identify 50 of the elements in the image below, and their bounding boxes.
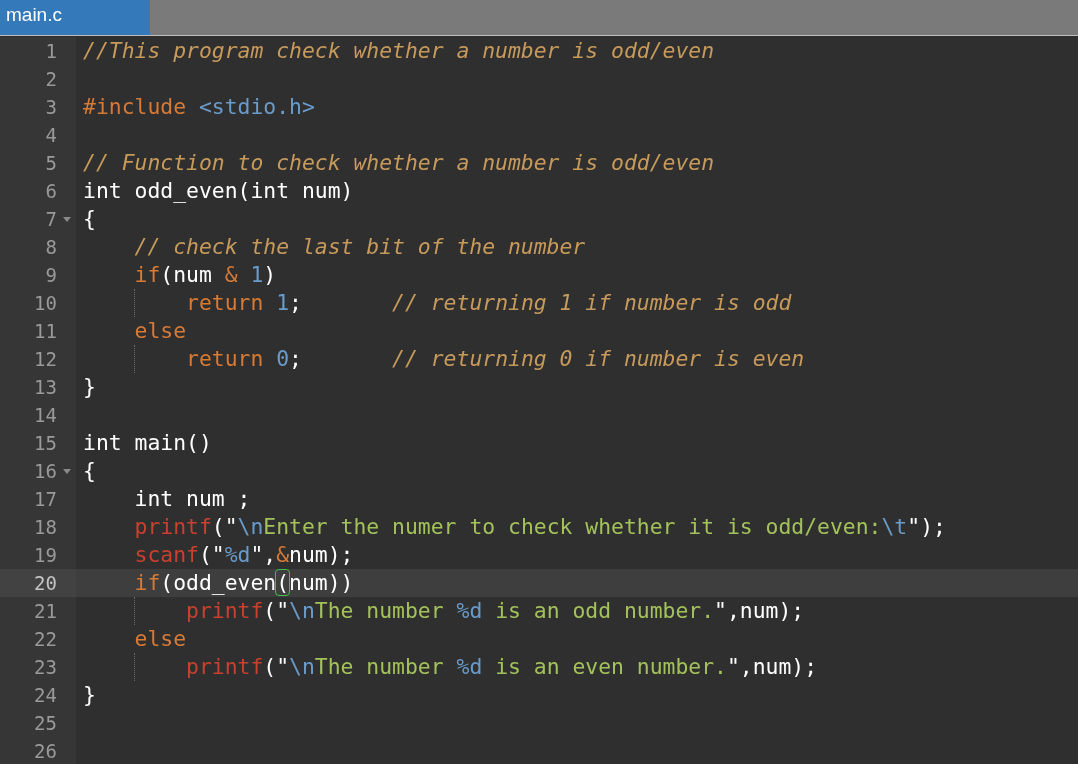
code-line: printf("\nThe number %d is an even number.",num);: [185, 653, 818, 681]
code-line: }: [83, 373, 96, 401]
line-number: 5: [45, 151, 57, 176]
code-line: int num ;: [133, 485, 251, 513]
code-line: int main(): [83, 429, 212, 457]
line-number: 17: [34, 487, 57, 512]
code-line: printf("\nEnter the numer to check whether it is odd/even:\t");: [133, 513, 946, 541]
fold-caret-icon[interactable]: [62, 468, 71, 474]
line-number: 22: [34, 627, 57, 652]
code-line: if(odd_even(num)): [133, 569, 354, 597]
line-number: 8: [45, 235, 57, 260]
line-number: 11: [34, 319, 57, 344]
code-line: int odd_even(int num): [83, 177, 354, 205]
code-line: if(num & 1): [133, 261, 277, 289]
code-line: {: [83, 205, 96, 233]
line-number: 6: [45, 179, 57, 204]
line-number: 19: [34, 543, 57, 568]
line-number: 10: [34, 291, 57, 316]
code-line: return 1; // returning 1 if number is odd: [185, 289, 792, 317]
file-tab[interactable]: main.c: [0, 0, 150, 35]
line-number: 25: [34, 711, 57, 736]
code-line: printf("\nThe number %d is an odd number.",num);: [185, 597, 805, 625]
line-number: 4: [45, 123, 57, 148]
code-line: //This program check whether a number is odd/even: [83, 37, 715, 65]
line-number: 24: [34, 683, 57, 708]
line-number: 16: [34, 459, 57, 484]
code-line: scanf("%d",&num);: [133, 541, 354, 569]
line-number: 21: [34, 599, 57, 624]
code-line: {: [83, 457, 96, 485]
line-number: 3: [45, 95, 57, 120]
code-line: return 0; // returning 0 if number is even: [185, 345, 805, 373]
code-line: // check the last bit of the number: [133, 233, 586, 261]
line-number: 20: [34, 571, 57, 596]
line-number: 15: [34, 431, 57, 456]
code-line: // Function to check whether a number is odd/even: [83, 149, 715, 177]
line-number: 23: [34, 655, 57, 680]
fold-caret-icon[interactable]: [62, 216, 71, 222]
line-number: 9: [45, 263, 57, 288]
line-number: 14: [34, 403, 57, 428]
line-number: 13: [34, 375, 57, 400]
line-number: 18: [34, 515, 57, 540]
line-number: 26: [34, 739, 57, 764]
line-number: 2: [45, 67, 57, 92]
line-number: 7: [45, 207, 57, 232]
line-number: 1: [45, 39, 57, 64]
code-line: #include <stdio.h>: [83, 93, 315, 121]
code-line: else: [133, 625, 187, 653]
line-number: 12: [34, 347, 57, 372]
code-line: else: [133, 317, 187, 345]
code-line: }: [83, 681, 96, 709]
